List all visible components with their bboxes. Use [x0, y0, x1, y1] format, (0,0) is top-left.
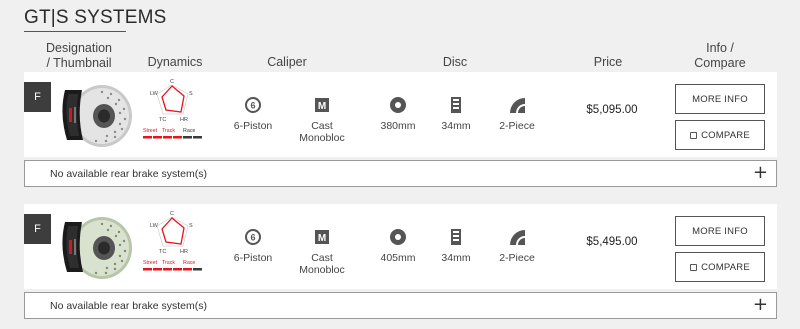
caliper-type-line1: Cast	[311, 120, 333, 132]
dynamics-axis-label: S	[189, 91, 193, 97]
caliper-type-line2: Monobloc	[299, 132, 345, 144]
price: $5,095.00	[586, 104, 638, 116]
dynamics-radar-chart: C S HR TC LW Street Track Race	[143, 211, 202, 271]
header-designation: Designation / Thumbnail	[36, 41, 122, 71]
disc-type-spec: 2-Piece	[482, 228, 552, 264]
dynamics-axis-label: HR	[180, 249, 188, 255]
brake-kit-thumbnail[interactable]	[55, 80, 133, 148]
price: $5,495.00	[586, 236, 638, 248]
dynamics-scale-label-track: Track	[162, 260, 175, 266]
svg-text:M: M	[318, 233, 326, 244]
disc-diameter-icon	[390, 97, 406, 113]
title-underline	[24, 31, 126, 32]
header-price: Price	[593, 55, 623, 69]
caliper-type-line1: Cast	[311, 252, 333, 264]
rear-brake-text: No available rear brake system(s)	[50, 300, 207, 312]
dynamics-scale-bar	[183, 268, 192, 271]
dynamics-scale-bar	[143, 268, 152, 271]
expand-plus-icon[interactable]: +	[753, 295, 768, 315]
dynamics-scale-label-street: Street	[143, 260, 158, 266]
caliper-pistons-label: 6-Piston	[233, 120, 273, 132]
front-position-badge: F	[24, 82, 51, 112]
more-info-button[interactable]: MORE INFO	[675, 216, 765, 246]
dynamics-axis-label: C	[170, 79, 174, 85]
dynamics-axis-label: HR	[180, 117, 188, 123]
dynamics-scale-label-street: Street	[143, 128, 158, 134]
dynamics-scale-label-track: Track	[162, 128, 175, 134]
dynamics-scale-bar	[153, 268, 162, 271]
header-info-compare: Info / Compare	[685, 41, 755, 71]
more-info-button[interactable]: MORE INFO	[675, 84, 765, 114]
product-row: F C S HR TC LW Street Track Race 6 6-Pis…	[24, 72, 777, 157]
compare-label: COMPARE	[701, 261, 750, 273]
disc-thickness-icon	[451, 229, 461, 245]
dynamics-scale-bar	[173, 268, 182, 271]
caliper-type-spec: M Cast Monobloc	[287, 228, 357, 276]
header-designation-line1: Designation	[45, 41, 112, 55]
dynamics-scale-bar	[193, 136, 202, 139]
dynamics-scale-bar	[193, 268, 202, 271]
two-piece-disc-icon	[510, 230, 525, 245]
compare-button[interactable]: COMPARE	[675, 120, 765, 150]
dynamics-axis-label: S	[189, 223, 193, 229]
dynamics-scale-bar	[163, 136, 172, 139]
rear-brake-text: No available rear brake system(s)	[50, 168, 207, 180]
disc-type-label: 2-Piece	[499, 252, 535, 264]
compare-button[interactable]: COMPARE	[675, 252, 765, 282]
header-info-line1: Info /	[706, 41, 734, 55]
piston-count-icon: 6	[245, 97, 261, 113]
dynamics-scale-bar	[173, 136, 182, 139]
dynamics-radar-chart: C S HR TC LW Street Track Race	[143, 79, 202, 139]
disc-type-label: 2-Piece	[499, 120, 535, 132]
dynamics-scale-bar	[143, 136, 152, 139]
dynamics-scale-label-race: Race	[183, 260, 195, 266]
front-position-badge: F	[24, 214, 51, 244]
disc-thickness-label: 34mm	[441, 252, 471, 264]
disc-thickness-label: 34mm	[441, 120, 471, 132]
compare-checkbox-icon[interactable]	[690, 263, 698, 271]
caliper-type-line2: Monobloc	[299, 264, 345, 276]
two-piece-disc-icon	[510, 98, 525, 113]
dynamics-axis-label: TC	[159, 249, 166, 255]
disc-thickness-icon	[451, 97, 461, 113]
header-designation-line2: / Thumbnail	[46, 56, 112, 70]
compare-checkbox-icon[interactable]	[690, 131, 698, 139]
disc-thickness-spec: 34mm	[421, 228, 491, 264]
compare-label: COMPARE	[701, 129, 750, 141]
rear-brake-row[interactable]: No available rear brake system(s) +	[24, 160, 777, 187]
dynamics-axis-label: C	[170, 211, 174, 217]
caliper-type-spec: M Cast Monobloc	[287, 96, 357, 144]
header-info-line2: Compare	[694, 56, 746, 70]
piston-count-icon: 6	[245, 229, 261, 245]
brake-kit-thumbnail[interactable]	[55, 212, 133, 280]
dynamics-scale-bar	[153, 136, 162, 139]
svg-text:M: M	[318, 101, 326, 112]
expand-plus-icon[interactable]: +	[753, 163, 768, 183]
svg-text:6: 6	[250, 101, 255, 111]
rear-brake-row[interactable]: No available rear brake system(s) +	[24, 292, 777, 319]
dynamics-scale-bar	[183, 136, 192, 139]
header-disc: Disc	[442, 55, 468, 69]
disc-type-spec: 2-Piece	[482, 96, 552, 132]
caliper-pistons-label: 6-Piston	[233, 252, 273, 264]
dynamics-scale-bar	[163, 268, 172, 271]
disc-diameter-icon	[390, 229, 406, 245]
product-row: F C S HR TC LW Street Track Race 6 6-Pis…	[24, 204, 777, 289]
disc-thickness-spec: 34mm	[421, 96, 491, 132]
svg-text:6: 6	[250, 233, 255, 243]
monobloc-icon: M	[315, 230, 329, 244]
dynamics-axis-label: TC	[159, 117, 166, 123]
header-dynamics: Dynamics	[147, 55, 203, 69]
caliper-pistons-spec: 6 6-Piston	[218, 228, 288, 264]
header-caliper: Caliper	[267, 55, 307, 69]
dynamics-scale-label-race: Race	[183, 128, 195, 134]
monobloc-icon: M	[315, 98, 329, 112]
section-title: GT|S SYSTEMS	[24, 7, 167, 28]
caliper-pistons-spec: 6 6-Piston	[218, 96, 288, 132]
